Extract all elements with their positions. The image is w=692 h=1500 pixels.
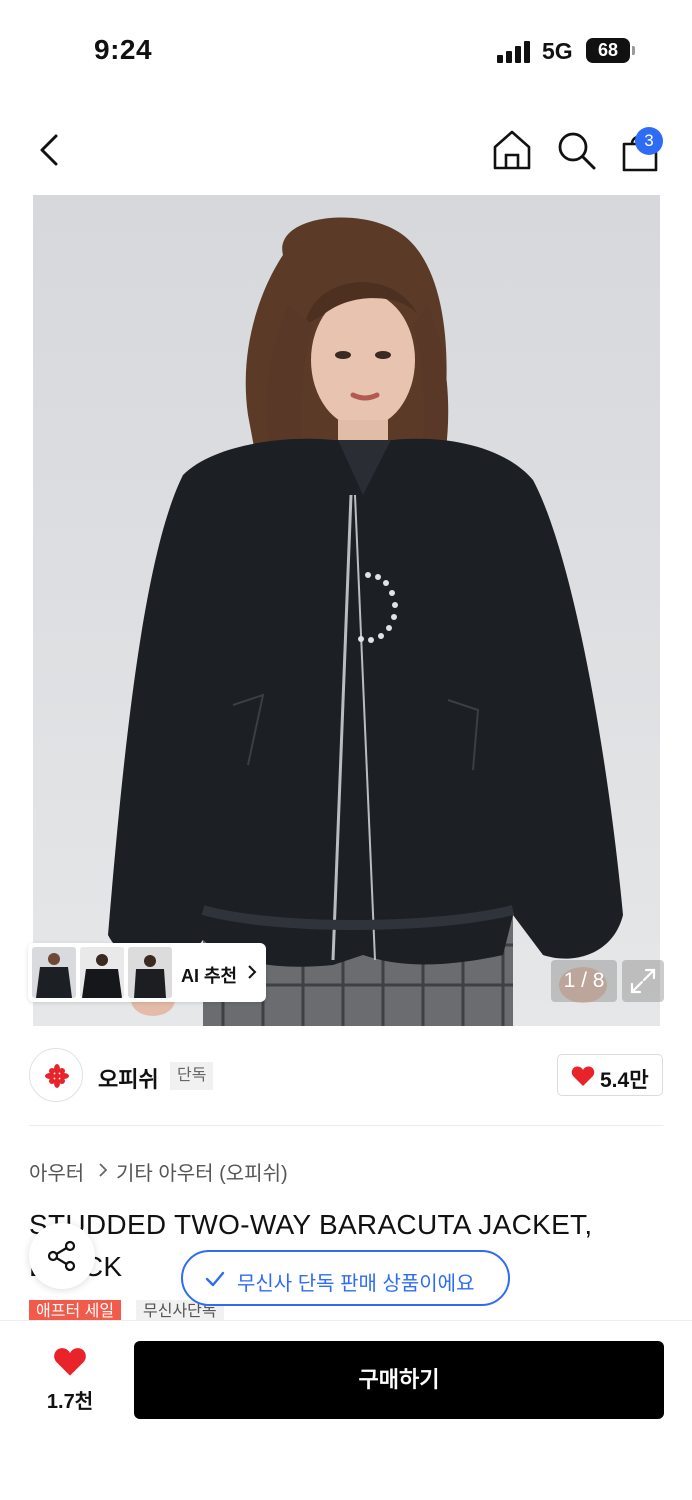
status-time: 9:24 — [94, 34, 153, 65]
network-label: 5G — [542, 38, 573, 64]
thumbnail-1[interactable] — [32, 947, 76, 998]
breadcrumb-level2[interactable]: 기타 아우터 (오피쉬) — [116, 1157, 288, 1186]
buy-button[interactable]: 구매하기 — [134, 1341, 664, 1419]
thumbnail-2[interactable] — [80, 947, 124, 998]
brand-name[interactable]: 오피쉬 — [98, 1062, 159, 1094]
wishlist-button[interactable]: 1.7천 — [30, 1342, 110, 1418]
back-icon[interactable] — [28, 128, 72, 172]
heart-icon — [571, 1066, 595, 1086]
toast-text: 무신사 단독 판매 상품이에요 — [237, 1273, 475, 1295]
brand-like-count: 5.4만 — [600, 1069, 649, 1092]
exclusive-toast: 무신사 단독 판매 상품이에요 — [181, 1250, 510, 1306]
wishlist-count: 1.7천 — [46, 1391, 94, 1413]
search-icon[interactable] — [554, 128, 598, 172]
chevron-right-icon — [248, 965, 257, 979]
signal-icon — [497, 41, 530, 63]
brand-like-button[interactable]: 5.4만 — [557, 1054, 663, 1096]
battery-level: 68 — [597, 40, 619, 60]
check-icon — [205, 1271, 225, 1287]
top-nav — [0, 120, 692, 180]
status-bar: 9:24 5G 68 — [0, 0, 692, 100]
ai-recommend-label: AI 추천 — [181, 966, 238, 986]
expand-icon[interactable] — [622, 960, 664, 1002]
divider — [29, 1125, 663, 1126]
share-button[interactable] — [29, 1223, 95, 1289]
battery-icon: 68 — [586, 38, 630, 63]
ai-recommend-widget[interactable]: AI 추천 — [28, 943, 266, 1002]
brand-logo[interactable] — [29, 1048, 83, 1102]
breadcrumb-level1[interactable]: 아우터 — [29, 1157, 84, 1186]
share-icon — [47, 1240, 76, 1272]
heart-icon — [54, 1348, 86, 1376]
home-icon[interactable] — [490, 128, 534, 172]
chevron-right-icon — [99, 1163, 108, 1177]
product-image[interactable] — [33, 195, 660, 1026]
product-photo — [108, 217, 623, 1026]
battery-cap — [632, 46, 635, 55]
thumbnail-3[interactable] — [128, 947, 172, 998]
brand-exclusive-tag: 단독 — [170, 1062, 214, 1090]
image-page-counter: 1 / 8 — [551, 960, 617, 1002]
cart-count-badge: 3 — [635, 127, 663, 155]
